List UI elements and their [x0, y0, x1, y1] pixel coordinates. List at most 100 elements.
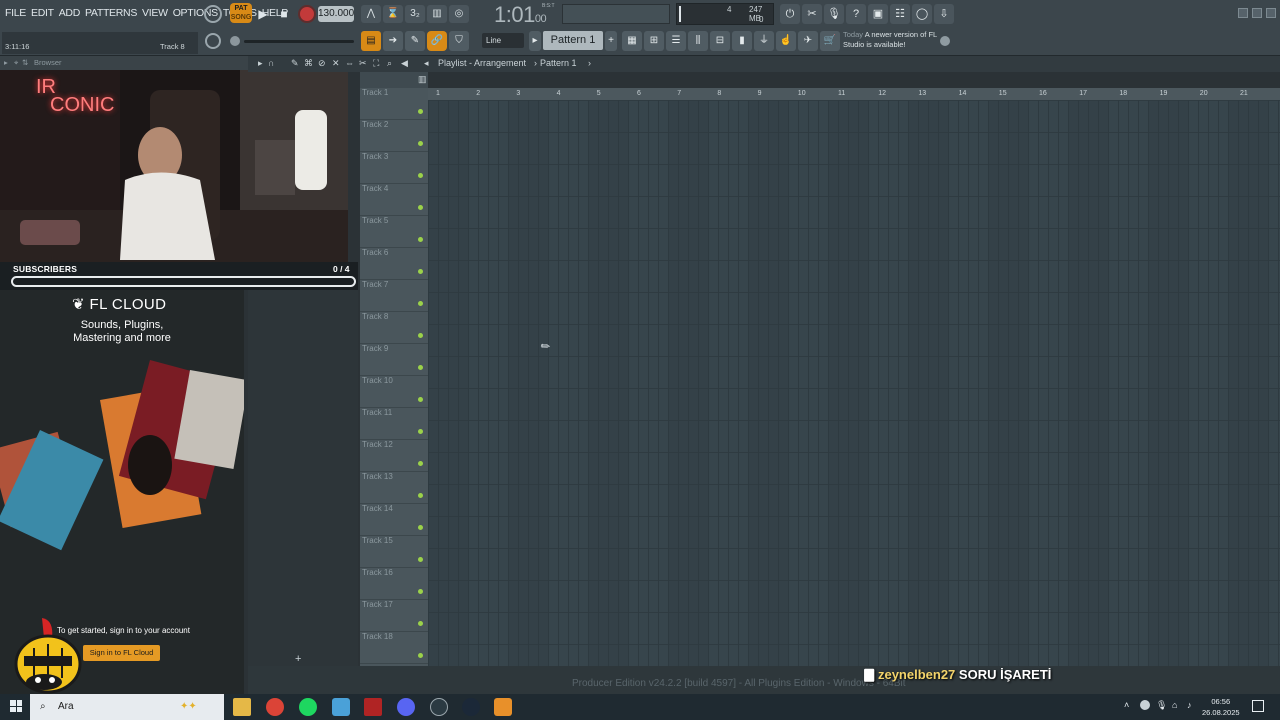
track-header[interactable]: Track 15 — [360, 536, 428, 568]
volume-icon[interactable]: ♪ — [1187, 700, 1192, 710]
track-mute-led[interactable] — [418, 365, 423, 370]
playback-tool-icon[interactable]: ◀ — [401, 58, 408, 69]
track-mute-led[interactable] — [418, 237, 423, 242]
main-volume-knob[interactable] — [204, 5, 222, 23]
save-icon[interactable]: ▣ — [868, 4, 888, 24]
close-icon[interactable] — [1266, 8, 1276, 18]
bar-ruler[interactable]: 1 2 3 4 5 6 7 8 9 10 11 12 13 14 15 16 17 18 19 20 21 — [428, 88, 1280, 100]
tray-chevron-icon[interactable]: ˄ — [1124, 700, 1129, 710]
track-mute-led[interactable] — [418, 493, 423, 498]
track-mute-led[interactable] — [418, 333, 423, 338]
track-header[interactable]: Track 2 — [360, 120, 428, 152]
arrow-right-icon[interactable]: ➔ — [383, 31, 403, 51]
playlist-view-icon[interactable]: ▤ — [361, 31, 381, 51]
track-mute-led[interactable] — [418, 589, 423, 594]
mute-tool-icon[interactable]: ✕ — [332, 58, 340, 69]
taskbar-search[interactable]: ⌕ Ara ✦✦ — [30, 694, 224, 720]
menu-view[interactable]: VIEW — [141, 6, 169, 20]
obs-icon[interactable] — [430, 698, 448, 716]
track-header[interactable]: Track 4 — [360, 184, 428, 216]
browser-view-icon[interactable]: ⊟ — [710, 31, 730, 51]
select-tool-icon[interactable]: ⛶ — [373, 58, 379, 69]
track-header[interactable]: Track 1 — [360, 88, 428, 120]
track-mute-led[interactable] — [418, 653, 423, 658]
track-mute-led[interactable] — [418, 141, 423, 146]
voicemeeter-icon[interactable] — [364, 698, 382, 716]
track-header[interactable]: Track 8 — [360, 312, 428, 344]
track-mute-led[interactable] — [418, 301, 423, 306]
pitch-knob[interactable] — [230, 36, 240, 46]
mixer-view-icon[interactable]: ⫼ — [688, 31, 708, 51]
master-volume-slider[interactable] — [244, 40, 354, 43]
fl-studio-icon[interactable] — [494, 698, 512, 716]
paint-tool-icon[interactable]: ⌘ — [304, 58, 313, 69]
track-mute-led[interactable] — [418, 109, 423, 114]
metronome-icon[interactable]: ⋀ — [361, 5, 381, 23]
prev-pattern-icon[interactable]: ▸ — [529, 31, 541, 51]
file-explorer-icon[interactable] — [233, 698, 251, 716]
menu-edit[interactable]: EDIT — [30, 6, 55, 20]
slice-tool-icon[interactable]: ✂ — [359, 58, 367, 69]
track-header[interactable]: Track 14 — [360, 504, 428, 536]
track-header[interactable]: Track 10 — [360, 376, 428, 408]
snap-select[interactable]: Line — [482, 33, 524, 48]
track-header[interactable]: Track 13 — [360, 472, 428, 504]
wait-input-icon[interactable]: ⌛ — [383, 5, 403, 23]
pat-song-toggle[interactable]: PAT SONG — [230, 3, 252, 23]
countdown-icon[interactable]: 3₂ — [405, 5, 425, 23]
track-mute-led[interactable] — [418, 525, 423, 530]
track-mute-led[interactable] — [418, 621, 423, 626]
playlist-options-icon[interactable]: ▸ — [258, 58, 263, 69]
tempo-display[interactable]: 130.000 — [318, 6, 354, 22]
chrome-icon[interactable] — [266, 698, 284, 716]
help-icon[interactable]: ? — [846, 4, 866, 24]
app-icon[interactable] — [332, 698, 350, 716]
track-header[interactable]: Track 6 — [360, 248, 428, 280]
tray-app-icon[interactable] — [1140, 700, 1150, 710]
mixer-icon[interactable]: ☷ — [890, 4, 910, 24]
play-icon[interactable]: ▶ — [254, 5, 272, 23]
slip-tool-icon[interactable]: ⇔ — [345, 58, 354, 68]
song-position[interactable]: 1:0100 — [494, 2, 547, 28]
menu-add[interactable]: ADD — [58, 6, 81, 20]
browser-arrow-icon[interactable]: ▸ — [4, 58, 8, 67]
track-header[interactable]: Track 5 — [360, 216, 428, 248]
playlist-nav-icon[interactable]: ◂ — [424, 58, 429, 69]
taskbar-clock[interactable]: 06:56 26.08.2025 — [1202, 696, 1240, 718]
spotify-icon[interactable] — [299, 698, 317, 716]
track-mute-led[interactable] — [418, 461, 423, 466]
add-pattern-icon[interactable]: + — [605, 31, 617, 51]
browser-pin-icon[interactable]: ⌖ — [14, 58, 18, 68]
draw-tool-icon[interactable]: ✎ — [291, 58, 299, 69]
track-header[interactable]: Track 3 — [360, 152, 428, 184]
step-edit-icon[interactable]: ▥ — [427, 5, 447, 23]
track-header[interactable]: Track 12 — [360, 440, 428, 472]
shop-icon[interactable]: 🛒 — [820, 31, 840, 51]
track-mute-led[interactable] — [418, 269, 423, 274]
touch-keyboard-icon[interactable]: ☝ — [776, 31, 796, 51]
undo-icon[interactable]: ⏻ — [780, 4, 800, 24]
track-mute-led[interactable] — [418, 397, 423, 402]
stamp-icon[interactable]: ⛉ — [449, 31, 469, 51]
track-mute-led[interactable] — [418, 173, 423, 178]
news-globe-icon[interactable] — [940, 36, 950, 46]
link-icon[interactable]: 🔗 — [427, 31, 447, 51]
track-mute-led[interactable] — [418, 429, 423, 434]
zoom-tool-icon[interactable]: ⌕ — [387, 58, 392, 69]
minimize-icon[interactable] — [1238, 8, 1248, 18]
piano-icon[interactable]: ▥ — [418, 74, 427, 85]
swing-knob[interactable] — [205, 33, 221, 49]
tray-microphone-icon[interactable]: 🎙 — [1156, 700, 1167, 711]
plug-icon[interactable]: ⏚ — [754, 31, 774, 51]
track-header[interactable]: Track 16 — [360, 568, 428, 600]
pencil-icon[interactable]: ✎ — [405, 31, 425, 51]
playlist-icon[interactable]: ▦ — [622, 31, 642, 51]
piano-roll-icon[interactable]: ☰ — [666, 31, 686, 51]
download-icon[interactable]: ⇩ — [934, 4, 954, 24]
stop-icon[interactable]: ■ — [275, 5, 293, 23]
notification-icon[interactable] — [1252, 700, 1264, 712]
delete-tool-icon[interactable]: ⊘ — [318, 58, 326, 69]
track-mute-led[interactable] — [418, 557, 423, 562]
microphone-icon[interactable]: 🎙 — [824, 4, 844, 24]
chat-icon[interactable]: ◯ — [912, 4, 932, 24]
